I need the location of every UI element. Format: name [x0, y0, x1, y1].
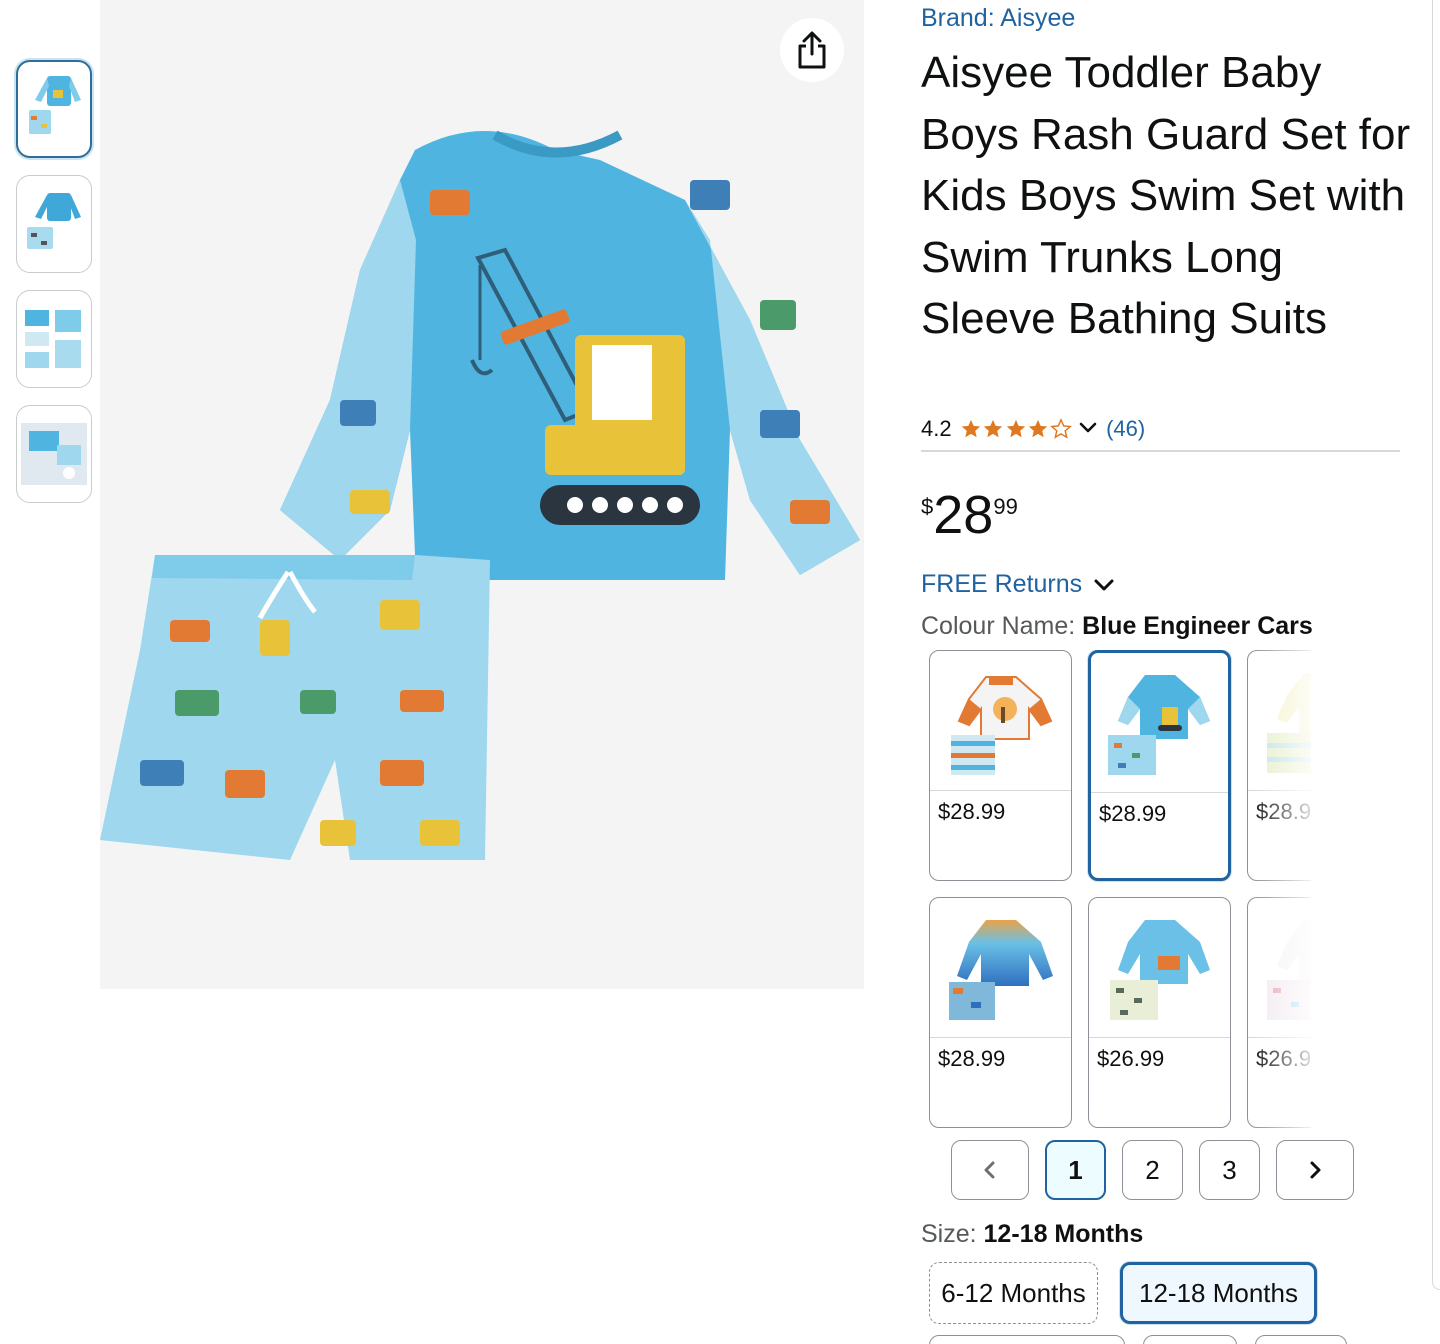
price-whole: 28: [933, 485, 994, 545]
rash-guard-set-image: [100, 130, 860, 860]
chevron-down-icon: [1079, 422, 1097, 432]
star-full-icon: [983, 419, 1003, 438]
size-option-peek[interactable]: [1143, 1335, 1237, 1344]
white-dino-set-icon: [1266, 919, 1311, 1020]
divider: [921, 450, 1400, 452]
swatch-price: $26.99: [1256, 1046, 1311, 1071]
light-blue-truck-set-icon: [1109, 919, 1210, 1020]
swatch-image: [1248, 898, 1311, 1038]
free-returns-label: FREE Returns: [921, 570, 1083, 598]
scroll-edge: [1432, 0, 1440, 1290]
swatch-image: [930, 898, 1071, 1038]
thumbnail-strip: [16, 60, 92, 520]
blue-gradient-set-icon: [948, 919, 1053, 1020]
thumbnail-1[interactable]: [16, 60, 92, 158]
swatch-image: [1248, 651, 1311, 791]
colour-swatch-grid: $28.99 $28.99 $28.9 $28.99 $26.99 $26.9: [929, 650, 1311, 1130]
size-option-12-18-months[interactable]: 12-18 Months: [1120, 1262, 1317, 1324]
chevron-down-icon: [1094, 579, 1114, 590]
colour-name-label: Colour Name:: [921, 612, 1083, 640]
size-option-peek[interactable]: [1255, 1335, 1347, 1344]
star-empty-icon: [1049, 418, 1072, 439]
rating-row: 4.2 (46): [921, 414, 1145, 444]
product-thumb-collage-icon: [25, 310, 81, 368]
swatch-price: $28.99: [938, 799, 1006, 824]
free-returns-link[interactable]: FREE Returns: [921, 570, 1118, 599]
brand-link[interactable]: Brand: Aisyee: [921, 4, 1075, 33]
chevron-left-icon: [984, 1161, 995, 1179]
size-row: Size: 12-18 Months: [921, 1220, 1143, 1249]
previous-page-button[interactable]: [951, 1140, 1029, 1200]
orange-palm-set-icon: [950, 675, 1052, 775]
star-full-icon: [1028, 419, 1048, 438]
thumbnail-4[interactable]: [16, 405, 92, 503]
rating-value: 4.2: [921, 416, 952, 441]
colour-name-row: Colour Name: Blue Engineer Cars: [921, 612, 1313, 641]
price-symbol: $: [921, 494, 934, 519]
swatch-image: [1089, 898, 1230, 1038]
product-thumb-icon: [29, 76, 81, 134]
colour-swatch-white-dino[interactable]: $26.99: [1247, 897, 1311, 1128]
page-1-button[interactable]: 1: [1045, 1140, 1106, 1200]
thumbnail-3[interactable]: [16, 290, 92, 388]
product-thumb-flat-icon: [27, 193, 81, 249]
page-2-button[interactable]: 2: [1122, 1140, 1183, 1200]
colour-swatch-blue-engineer-cars[interactable]: $28.99: [1088, 650, 1231, 881]
star-rating[interactable]: [960, 418, 1073, 440]
swatch-image: [930, 651, 1071, 791]
product-thumb-lifestyle-icon: [21, 423, 87, 485]
colour-swatch-blue-gradient[interactable]: $28.99: [929, 897, 1072, 1128]
colour-swatch-pale-yellow[interactable]: $28.99: [1247, 650, 1311, 881]
swatch-image: [1091, 653, 1228, 793]
colour-swatch-orange-palm[interactable]: $28.99: [929, 650, 1072, 881]
more-size-options: [929, 1335, 1347, 1344]
swatch-price: $28.99: [938, 1046, 1006, 1071]
page-3-button[interactable]: 3: [1199, 1140, 1260, 1200]
swatch-price: $28.99: [1099, 801, 1167, 826]
swatch-price: $28.99: [1256, 799, 1311, 824]
thumbnail-2[interactable]: [16, 175, 92, 273]
size-label: Size:: [921, 1220, 984, 1248]
star-full-icon: [961, 419, 980, 438]
next-page-button[interactable]: [1276, 1140, 1354, 1200]
rating-dropdown[interactable]: [1072, 414, 1100, 445]
price: $ 28 99: [921, 484, 1018, 546]
star-full-icon: [1006, 419, 1025, 438]
colour-swatch-light-blue-truck[interactable]: $26.99: [1088, 897, 1231, 1128]
product-title: Aisyee Toddler Baby Boys Rash Guard Set …: [921, 48, 1411, 343]
share-icon: [798, 31, 826, 69]
review-count-link[interactable]: (46): [1106, 416, 1145, 442]
size-option-6-12-months[interactable]: 6-12 Months: [929, 1262, 1098, 1324]
pale-yellow-set-icon: [1266, 672, 1311, 773]
price-fraction: 99: [993, 494, 1018, 519]
share-button[interactable]: [780, 18, 844, 82]
chevron-right-icon: [1310, 1161, 1321, 1179]
swatch-price: $26.99: [1097, 1046, 1165, 1071]
size-option-peek[interactable]: [929, 1335, 1125, 1344]
blue-engineer-cars-set-icon: [1107, 674, 1210, 775]
swatch-pagination: 1 2 3: [951, 1140, 1354, 1200]
size-value: 12-18 Months: [983, 1220, 1144, 1248]
size-options: 6-12 Months 12-18 Months: [929, 1262, 1339, 1324]
main-product-image[interactable]: [100, 0, 864, 989]
colour-name-value: Blue Engineer Cars: [1082, 612, 1313, 640]
